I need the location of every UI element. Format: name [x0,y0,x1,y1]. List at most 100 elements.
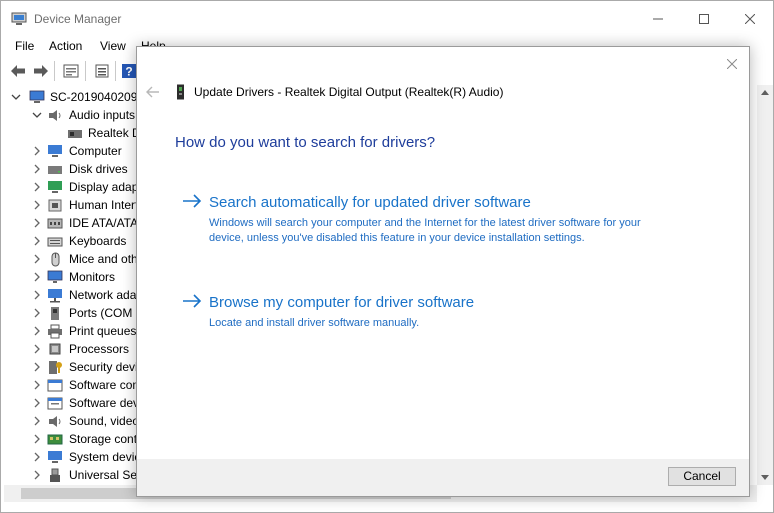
tree-item-keyboards[interactable]: Keyboards [4,233,144,251]
tree-item-usb[interactable]: Universal Serial Bus controllers [4,467,144,485]
tree-item-label: Mice and other pointing devices [69,252,144,266]
tree-item-ports[interactable]: Ports (COM & LPT) [4,305,144,323]
port-icon [51,307,59,320]
collapsed-chevron-icon [34,218,40,228]
forward-arrow-icon [34,65,48,77]
tree-item-security[interactable]: Security devices [4,359,144,377]
audio-device-icon [177,84,184,100]
tree-item-label: Human Interface Devices [69,198,144,212]
tree-root[interactable]: SC-201904020944 [4,89,144,107]
maximize-button[interactable] [681,1,727,37]
mouse-icon [51,252,60,267]
tree-item-system[interactable]: System devices [4,449,144,467]
collapsed-chevron-icon [34,290,40,300]
tree-item-label: Software components [69,378,144,392]
collapsed-chevron-icon [34,200,40,210]
toolbar-separator [54,61,55,81]
tree-item-processors[interactable]: Processors [4,341,144,359]
tree-item-label: Monitors [69,270,116,284]
update-drivers-dialog: Update Drivers - Realtek Digital Output … [136,46,750,497]
tree-item-audio[interactable]: Audio inputs and outputs [4,107,144,125]
tree-item-label: Computer [69,144,122,158]
audio-device-icon [68,130,82,138]
tree-item-mice[interactable]: Mice and other pointing devices [4,251,144,269]
collapsed-chevron-icon [34,452,40,462]
computer-icon [29,90,45,103]
minimize-button[interactable] [635,1,681,37]
tree-item-computer[interactable]: Computer [4,143,144,161]
collapsed-chevron-icon [34,416,40,426]
dialog-close-button[interactable] [723,55,741,73]
disk-drive-icon [48,166,62,174]
storage-controller-icon [47,434,63,445]
option-description: Locate and install driver software manua… [209,317,420,329]
usb-icon [50,468,60,482]
collapsed-chevron-icon [34,434,40,444]
search-automatically-option[interactable]: Search automatically for updated driver … [175,187,649,265]
dialog-title: Update Drivers - Realtek Digital Output … [194,85,504,99]
browse-computer-option[interactable]: Browse my computer for driver software L… [175,287,649,365]
collapsed-chevron-icon [34,272,40,282]
properties-button[interactable] [61,61,81,81]
collapsed-chevron-icon [34,146,40,156]
tree-item-label: Processors [69,342,130,356]
software-device-icon [47,397,63,410]
back-arrow-icon [11,65,25,77]
arrow-right-icon [183,294,202,308]
tree-item-label: Disk drives [69,162,128,176]
tree-item-disk-drives[interactable]: Disk drives [4,161,144,179]
tree-item-label: Security devices [69,360,144,374]
dialog-footer: Cancel [137,459,749,496]
collapsed-chevron-icon [34,236,40,246]
tree-item-storage[interactable]: Storage controllers [4,431,144,449]
tree-item-label: Keyboards [69,234,127,248]
tree-item-label: Software devices [69,396,144,410]
collapsed-chevron-icon [34,326,40,336]
tree-item-software-devices[interactable]: Software devices [4,395,144,413]
back-arrow-icon[interactable] [145,85,161,99]
tree-item-display-adapters[interactable]: Display adapters [4,179,144,197]
keyboard-icon [47,237,63,247]
tree-item-label: Audio inputs and outputs [69,108,144,122]
computer-icon [48,145,62,157]
option-description: Windows will search your computer and th… [209,217,641,244]
tree-item-label: Network adapters [69,288,144,302]
minimize-icon [653,18,663,20]
tree-item-sound[interactable]: Sound, video and game controllers [4,413,144,431]
monitor-icon [47,270,63,283]
scroll-down-icon [761,475,769,480]
software-component-icon [47,379,63,392]
tree-item-hid[interactable]: Human Interface Devices [4,197,144,215]
tree-item-network[interactable]: Network adapters [4,287,144,305]
update-driver-button[interactable] [92,61,112,81]
vertical-scrollbar[interactable] [757,85,773,485]
tree-item-ide[interactable]: IDE ATA/ATAPI controllers [4,215,144,233]
dialog-question: How do you want to search for drivers? [175,134,436,151]
tree-item-monitors[interactable]: Monitors [4,269,144,287]
menu-view[interactable]: View [100,39,126,53]
tree-item-label: Display adapters [69,180,144,194]
scroll-up-icon [761,90,769,95]
maximize-icon [699,14,709,24]
menu-action[interactable]: Action [49,39,82,53]
sound-icon [49,416,61,427]
properties-icon [63,64,79,78]
system-device-icon [48,451,62,463]
tree-item-label: Universal Serial Bus controllers [69,468,144,482]
title-bar: Device Manager [1,1,773,37]
network-adapter-icon [48,289,62,303]
arrow-right-icon [183,194,202,208]
collapsed-chevron-icon [34,470,40,480]
tree-item-label: System devices [69,450,144,464]
back-button[interactable] [8,61,28,81]
menu-file[interactable]: File [15,39,34,53]
cancel-button[interactable]: Cancel [668,467,736,486]
forward-button[interactable] [31,61,51,81]
tree-item-software-components[interactable]: Software components [4,377,144,395]
close-button[interactable] [727,1,773,37]
tree-item-realtek[interactable]: Realtek Digital Output (Realtek(R) Audio… [4,125,144,143]
tree-item-print-queues[interactable]: Print queues [4,323,144,341]
option-title: Search automatically for updated driver … [209,194,531,211]
close-icon [727,59,737,69]
tree-root-label: SC-201904020944 [50,90,144,104]
